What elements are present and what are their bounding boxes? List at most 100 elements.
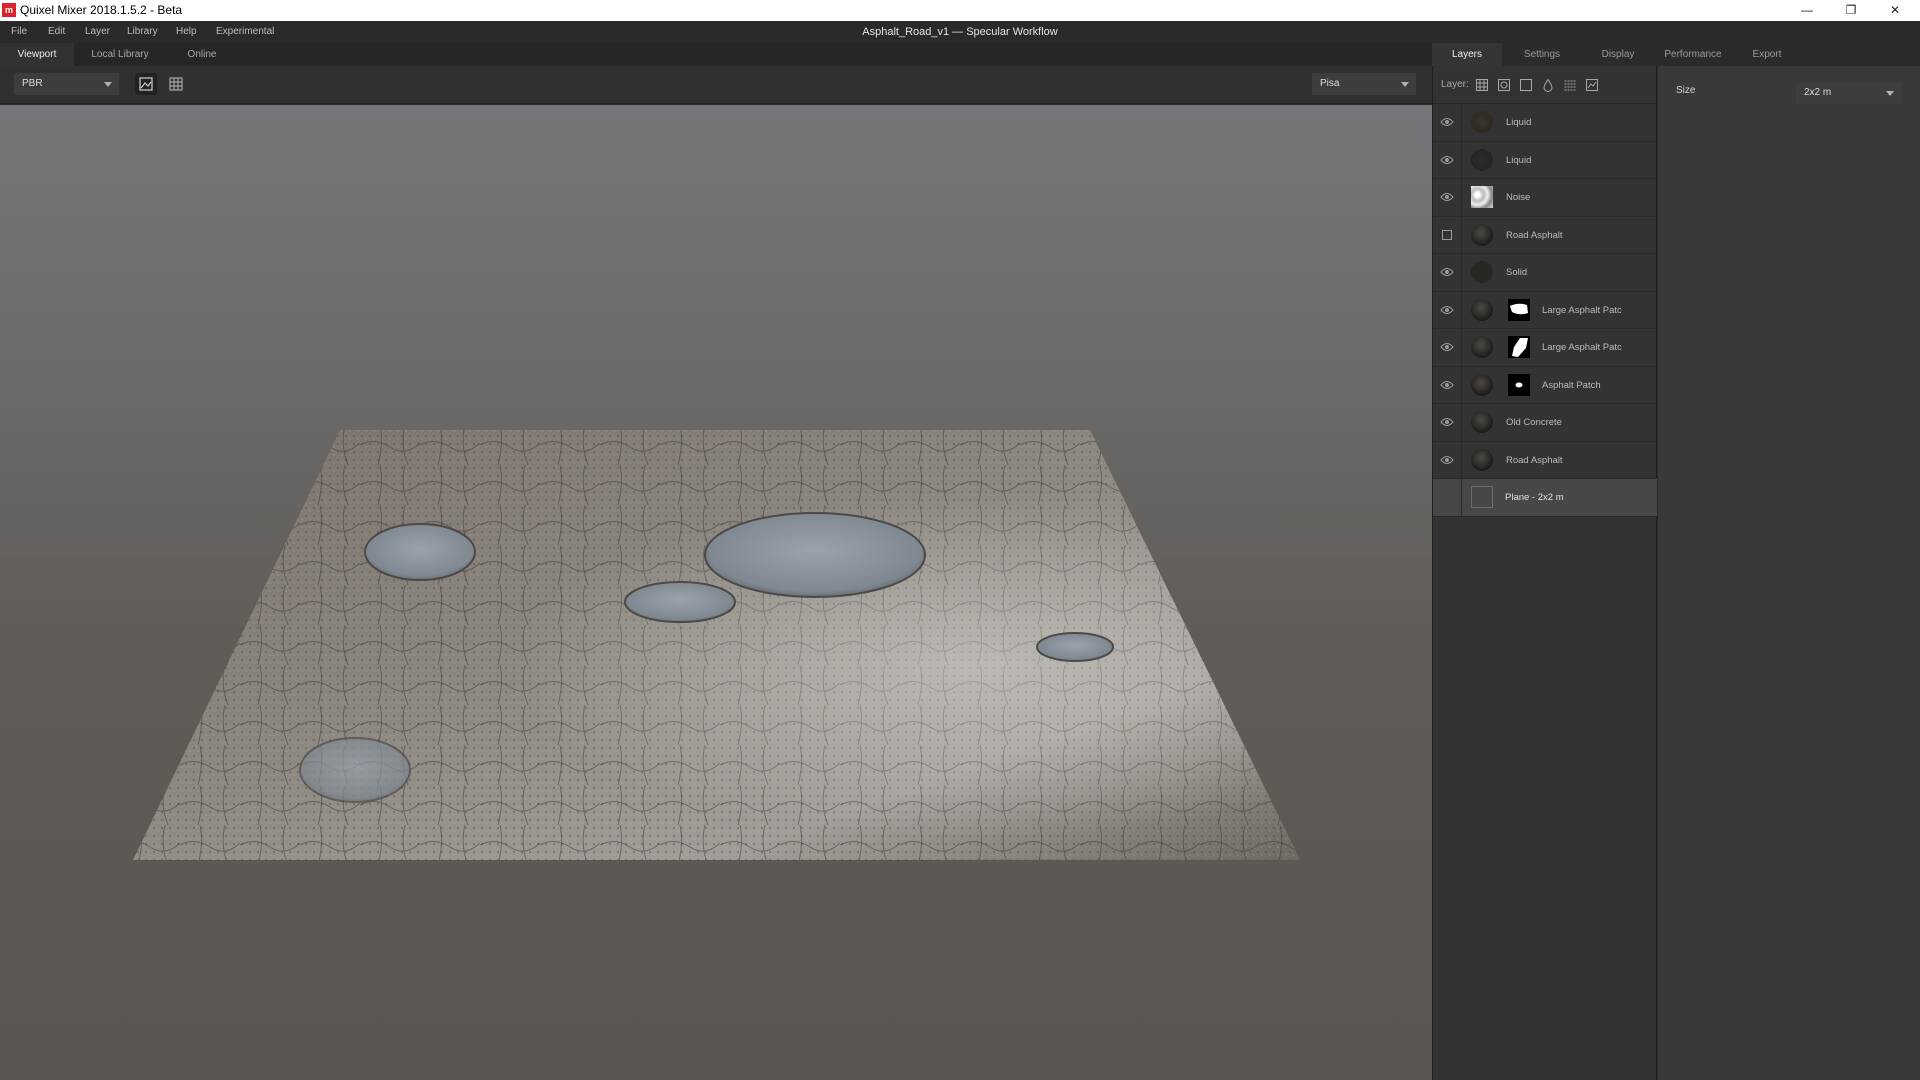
asphalt-plane-render [133, 430, 1300, 860]
layer-mask-thumbnail[interactable] [1508, 336, 1530, 358]
puddle [299, 737, 411, 803]
layer-row-road-asphalt[interactable]: Road Asphalt [1433, 441, 1657, 479]
menu-help[interactable]: Help [176, 21, 197, 43]
eye-icon[interactable] [1440, 304, 1454, 316]
eye-icon[interactable] [1440, 416, 1454, 428]
properties-panel: Size 2x2 m [1658, 66, 1920, 1080]
layer-thumbnail [1471, 448, 1493, 471]
plane-icon [1471, 486, 1493, 508]
tab-settings[interactable]: Settings [1506, 43, 1578, 66]
eye-icon[interactable] [1440, 341, 1454, 353]
app-logo-icon: m [2, 3, 16, 17]
menu-edit[interactable]: Edit [48, 21, 65, 43]
tab-local-library[interactable]: Local Library [78, 43, 162, 66]
window-titlebar: m Quixel Mixer 2018.1.5.2 - Beta — ❐ ✕ [0, 0, 1920, 21]
tab-performance[interactable]: Performance [1654, 43, 1732, 66]
layer-name: Liquid [1506, 154, 1532, 166]
menu-layer[interactable]: Layer [85, 21, 110, 43]
layer-row-noise[interactable]: Noise [1433, 179, 1657, 217]
left-tab-bar: Viewport Local Library Online [0, 43, 1432, 66]
layer-row-large-asphalt-patch[interactable]: Large Asphalt Patc [1433, 291, 1657, 329]
layer-toolbar-label: Layer: [1441, 79, 1469, 90]
add-surface-layer-icon[interactable] [1475, 78, 1489, 92]
layer-name: Asphalt Patch [1542, 379, 1601, 391]
environment-value: Pisa [1320, 78, 1340, 89]
add-liquid-layer-icon[interactable] [1541, 78, 1555, 92]
minimize-button[interactable]: — [1784, 0, 1830, 21]
layer-row-solid[interactable]: Solid [1433, 254, 1657, 292]
eye-icon[interactable] [1440, 379, 1454, 391]
render-mode-dropdown[interactable]: PBR [14, 73, 119, 95]
layer-name: Solid [1506, 267, 1528, 278]
menu-file[interactable]: File [11, 21, 27, 43]
visibility-checkbox[interactable] [1442, 229, 1452, 240]
size-label: Size [1676, 85, 1696, 96]
layer-row-old-concrete[interactable]: Old Concrete [1433, 404, 1657, 442]
chevron-down-icon [1886, 91, 1894, 96]
menu-experimental[interactable]: Experimental [216, 21, 274, 43]
tab-online[interactable]: Online [168, 43, 236, 66]
layer-toolbar: Layer: [1433, 66, 1658, 104]
add-solid-layer-icon[interactable] [1519, 78, 1533, 92]
layer-mask-thumbnail[interactable] [1508, 298, 1530, 321]
layer-row-plane[interactable]: Plane - 2x2 m [1433, 479, 1657, 517]
eye-icon[interactable] [1440, 266, 1454, 278]
3d-viewport[interactable] [0, 105, 1432, 1080]
layer-thumbnail [1471, 111, 1493, 133]
layer-name: Liquid [1506, 117, 1532, 128]
size-dropdown[interactable]: 2x2 m [1796, 82, 1901, 104]
puddle [624, 581, 736, 623]
image-view-icon[interactable] [135, 73, 157, 95]
layer-name: Noise [1506, 192, 1531, 203]
layer-name: Old Concrete [1506, 417, 1562, 428]
add-paint-layer-icon[interactable] [1497, 78, 1511, 92]
puddle [704, 512, 926, 598]
puddle [364, 523, 476, 581]
eye-icon[interactable] [1440, 191, 1454, 203]
chevron-down-icon [1401, 82, 1409, 87]
layer-thumbnail [1471, 373, 1493, 396]
add-noise-layer-icon[interactable] [1563, 78, 1577, 92]
tab-export[interactable]: Export [1732, 43, 1802, 66]
layer-row-liquid[interactable]: Liquid [1433, 141, 1657, 179]
layer-row-asphalt-patch[interactable]: Asphalt Patch [1433, 366, 1657, 404]
layer-thumbnail [1471, 223, 1493, 246]
layer-thumbnail [1471, 186, 1493, 208]
layer-thumbnail [1471, 298, 1493, 321]
grid-view-icon[interactable] [165, 73, 187, 95]
eye-icon[interactable] [1440, 116, 1454, 128]
environment-dropdown[interactable]: Pisa [1312, 73, 1416, 95]
eye-icon[interactable] [1440, 454, 1454, 466]
layer-row-large-asphalt-patch[interactable]: Large Asphalt Patc [1433, 329, 1657, 367]
document-title: Asphalt_Road_v1 — Specular Workflow [862, 26, 1058, 38]
menu-library[interactable]: Library [127, 21, 158, 43]
restore-button[interactable]: ❐ [1828, 0, 1874, 21]
size-value: 2x2 m [1804, 87, 1832, 98]
close-button[interactable]: ✕ [1872, 0, 1918, 21]
layer-thumbnail [1471, 261, 1493, 283]
add-filter-layer-icon[interactable] [1585, 78, 1599, 92]
layer-thumbnail [1471, 148, 1493, 171]
viewport-toolbar: PBR Pisa [0, 66, 1432, 104]
layer-thumbnail [1471, 336, 1493, 358]
layer-thumbnail [1471, 411, 1493, 433]
eye-icon[interactable] [1440, 154, 1454, 166]
right-tab-bar: Layers Settings Display Performance Expo… [1432, 43, 1920, 66]
layer-name: Road Asphalt [1506, 229, 1563, 241]
layer-row-liquid[interactable]: Liquid [1433, 104, 1657, 142]
tab-display[interactable]: Display [1582, 43, 1654, 66]
window-title: Quixel Mixer 2018.1.5.2 - Beta [20, 3, 183, 17]
tab-layers[interactable]: Layers [1432, 43, 1502, 66]
layer-name: Large Asphalt Patc [1542, 342, 1622, 353]
render-mode-value: PBR [22, 78, 43, 89]
layer-name: Large Asphalt Patc [1542, 304, 1622, 316]
layer-mask-thumbnail[interactable] [1508, 373, 1530, 396]
layer-name: Plane - 2x2 m [1505, 492, 1564, 503]
puddle [1036, 632, 1114, 662]
layer-row-road-asphalt[interactable]: Road Asphalt [1433, 216, 1657, 254]
menu-bar: Asphalt_Road_v1 — Specular Workflow File… [0, 21, 1920, 43]
layers-panel: Layer: Liquid Liquid Noise Road Asphalt … [1432, 66, 1658, 1080]
layer-name: Road Asphalt [1506, 454, 1563, 466]
tab-viewport[interactable]: Viewport [0, 43, 74, 66]
chevron-down-icon [104, 82, 112, 87]
